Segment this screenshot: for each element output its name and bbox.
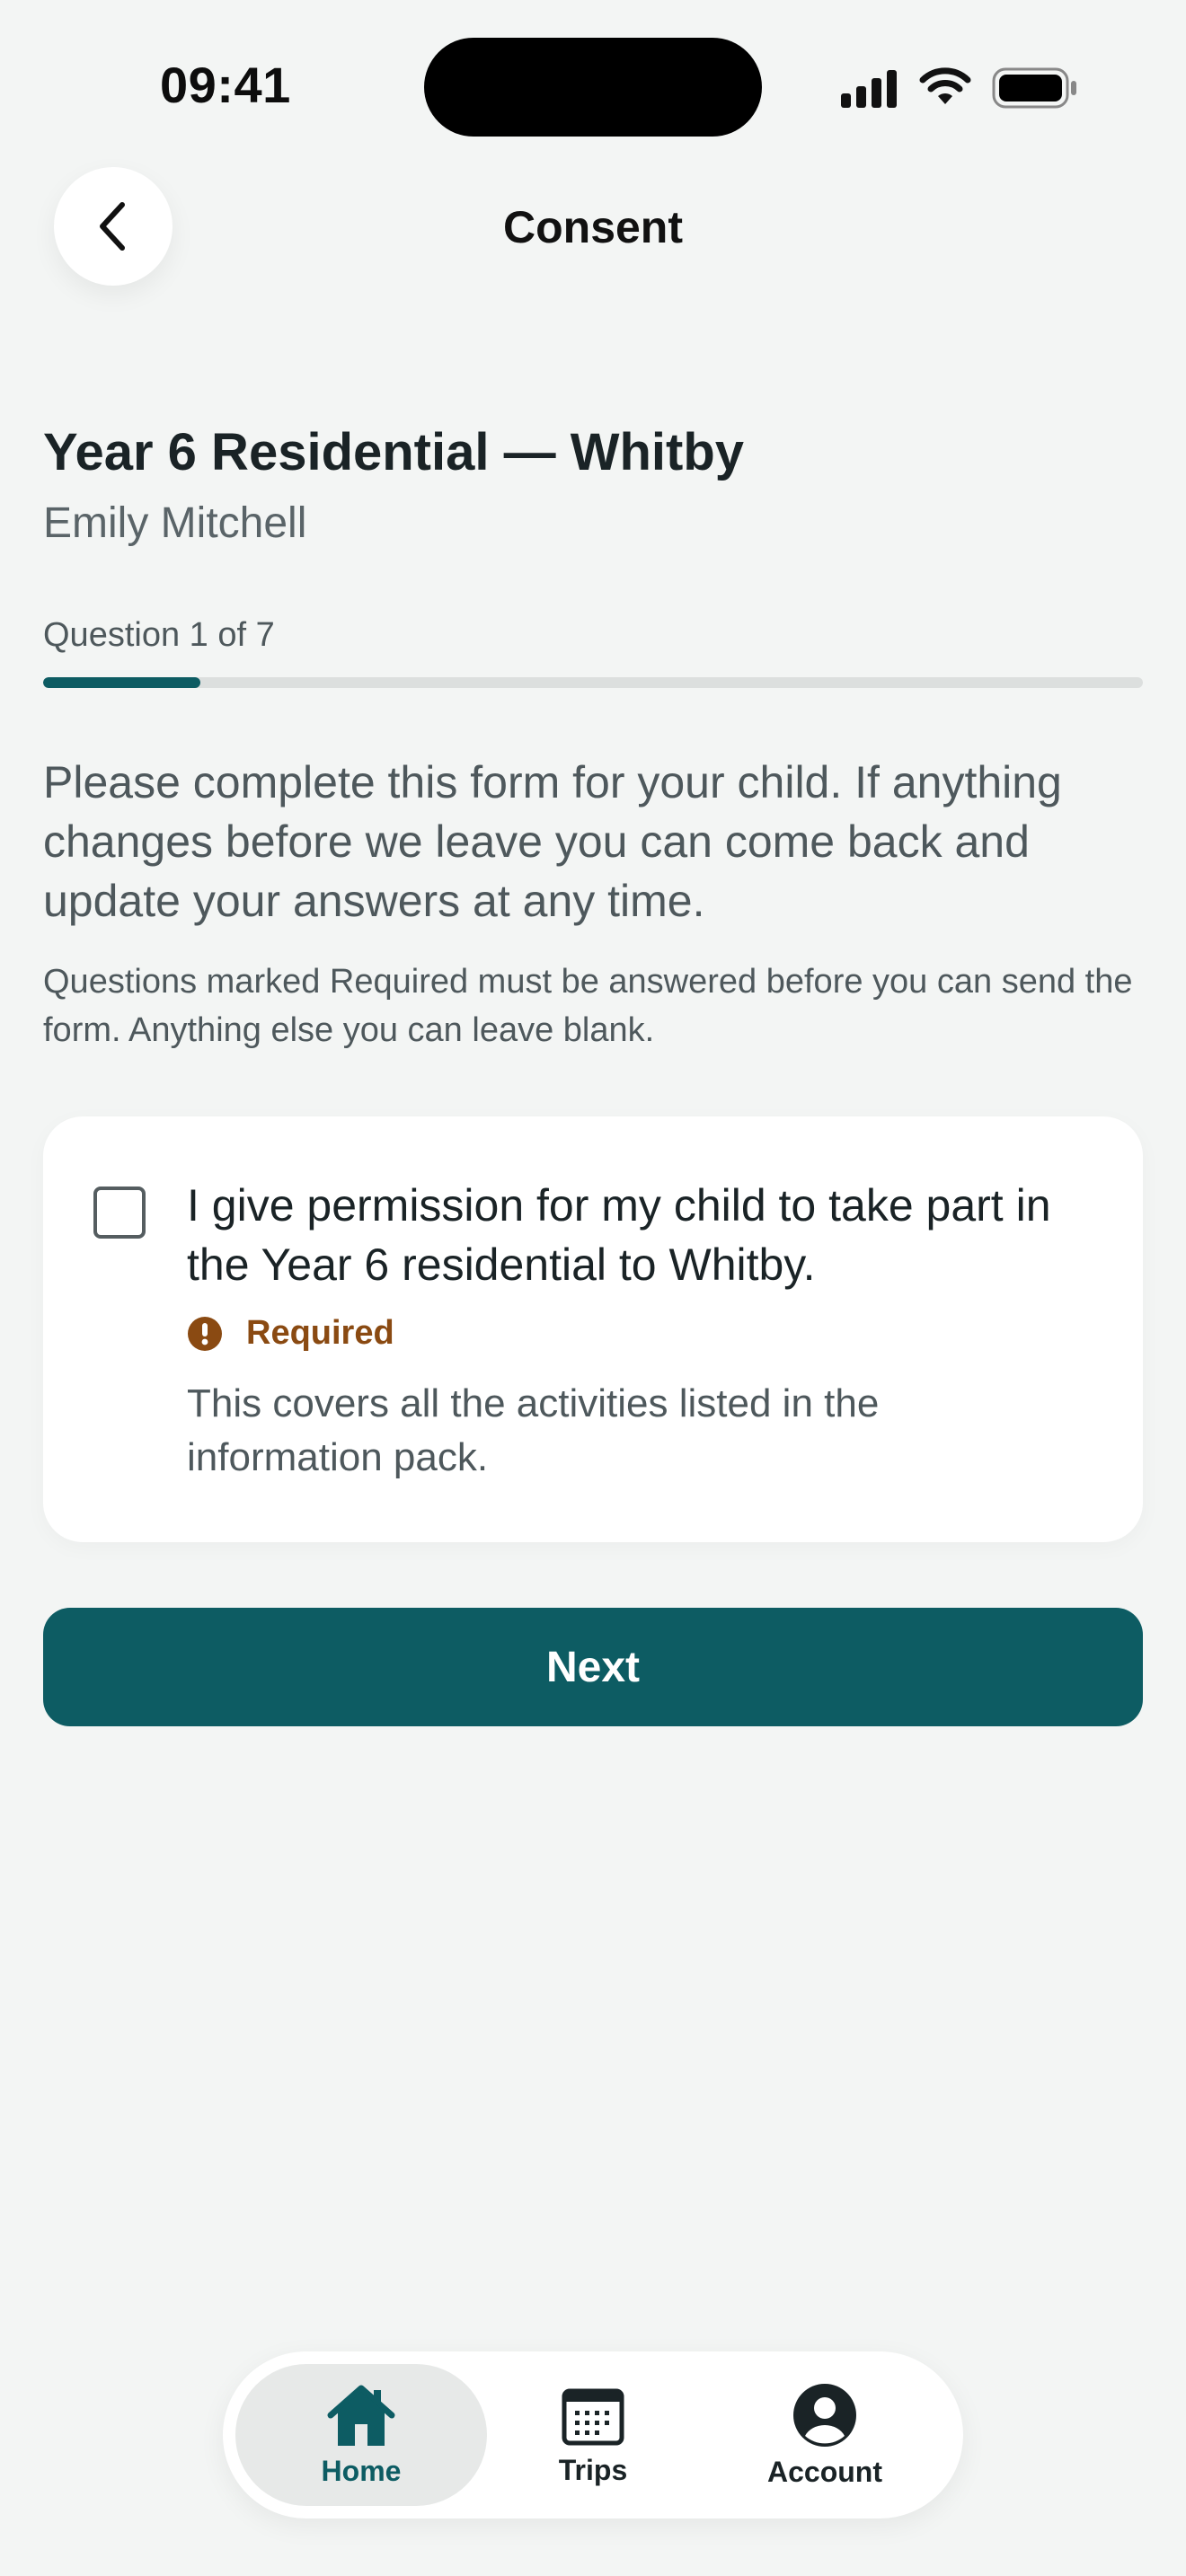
progress-label: Question 1 of 7 <box>43 616 275 654</box>
alert-icon <box>188 1316 222 1351</box>
question-card: I give permission for my child to take p… <box>43 1116 1143 1542</box>
progress-bar <box>43 677 1143 688</box>
account-icon <box>793 2383 856 2447</box>
tab-trips[interactable]: Trips <box>467 2364 719 2506</box>
page-title: Consent <box>503 202 683 252</box>
required-note: Questions marked Required must be answer… <box>43 963 1133 1049</box>
calendar-icon <box>562 2388 624 2445</box>
status-time: 09:41 <box>160 57 291 113</box>
child-name: Emily Mitchell <box>43 499 307 547</box>
next-button[interactable]: Next <box>43 1608 1143 1726</box>
trip-title: Year 6 Residential — Whitby <box>43 423 744 481</box>
required-label: Required <box>246 1314 394 1352</box>
tab-label: Account <box>767 2455 882 2488</box>
progress-fill <box>43 677 200 688</box>
required-badge: Required <box>187 1314 394 1353</box>
tab-bar: Home Trips Account <box>223 2351 963 2519</box>
tab-account[interactable]: Account <box>699 2364 951 2506</box>
tab-label: Trips <box>558 2453 628 2486</box>
question-help-text: This covers all the activities listed in… <box>187 1381 880 1479</box>
question-text[interactable]: I give permission for my child to take p… <box>187 1176 1103 1294</box>
intro-text: Please complete this form for your child… <box>43 757 1062 926</box>
consent-checkbox[interactable] <box>93 1187 146 1239</box>
tab-home[interactable]: Home <box>235 2364 487 2506</box>
home-icon <box>327 2385 395 2446</box>
signal-icon <box>841 70 897 108</box>
wifi-icon <box>919 67 971 104</box>
tab-label: Home <box>321 2454 402 2487</box>
battery-icon <box>992 67 1076 109</box>
dynamic-island <box>424 38 762 137</box>
consent-screen: 09:41 Consent Year 6 Residential — Whitb… <box>0 0 1186 2576</box>
